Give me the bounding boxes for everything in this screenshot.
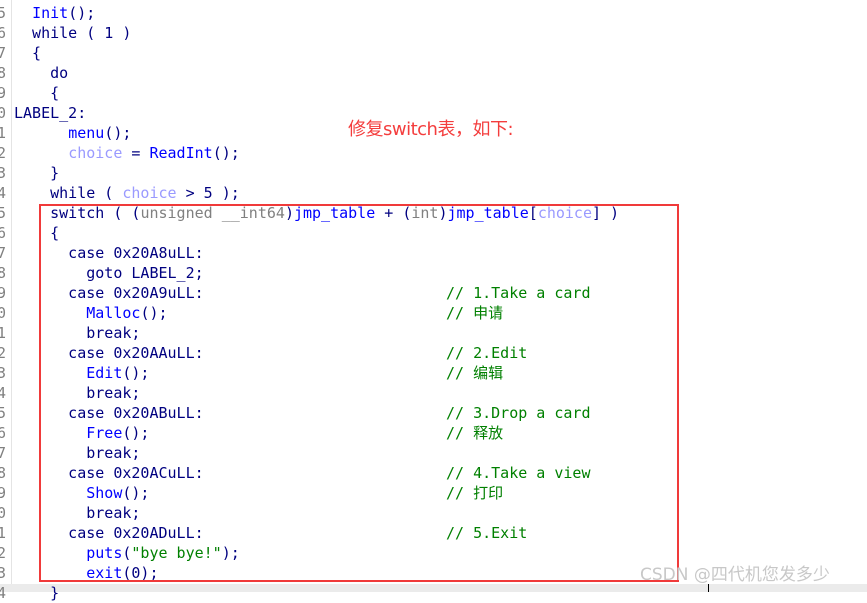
line-number: 8 [0,64,7,82]
line-number: 7 [0,244,7,262]
line-number: 7 [0,44,7,62]
code-token: ReadInt [149,144,213,162]
line-number: 6 [0,24,7,42]
line-number: 9 [0,84,7,102]
line-number: 1 [0,524,7,542]
annotation-text: 修复switch表，如下: [348,119,514,140]
code-token: LABEL_2: [14,104,87,122]
line-number: 0 [0,104,7,122]
line-number: 5 [0,404,7,422]
line-number: 4 [0,384,7,402]
text-cursor [708,584,709,592]
line-number: 0 [0,304,7,322]
code-token: > 5 ); [176,184,240,202]
code-text: menu(); [14,123,131,143]
line-number: 7 [0,444,7,462]
code-token: = [122,144,150,162]
line-number: 9 [0,484,7,502]
code-token: while ( [14,184,123,202]
code-token: { [14,44,42,62]
line-number: 5 [0,4,7,22]
code-text: { [14,43,41,63]
code-text: Init(); [14,3,95,23]
code-text: } [14,583,59,603]
code-token: (); [212,144,240,162]
code-token: menu [68,124,105,142]
line-number: 8 [0,464,7,482]
current-line-highlight [0,584,867,592]
line-number: 9 [0,284,7,302]
line-number: 6 [0,224,7,242]
line-number: 2 [0,344,7,362]
line-number: 2 [0,144,7,162]
line-number: 4 [0,184,7,202]
code-token: } [14,584,60,602]
line-number: 1 [0,324,7,342]
code-token: while ( 1 ) [14,24,132,42]
line-number: 3 [0,164,7,182]
code-text: while ( 1 ) [14,23,131,43]
line-number: 3 [0,564,7,582]
code-token: } [14,164,60,182]
code-text: LABEL_2: [14,103,86,123]
code-token: choice [68,144,123,162]
line-number: 8 [0,264,7,282]
code-text: { [14,83,59,103]
line-number: 1 [0,124,7,142]
code-token: do [14,64,69,82]
line-number: 6 [0,424,7,442]
code-text: } [14,163,59,183]
code-token: { [14,84,60,102]
line-number: 3 [0,364,7,382]
code-text: choice = ReadInt(); [14,143,240,163]
code-token: choice [122,184,177,202]
line-number: 0 [0,504,7,522]
line-number: 2 [0,544,7,562]
code-text: do [14,63,68,83]
gutter-separator [11,0,12,592]
switch-highlight-box [39,204,679,582]
line-number: 4 [0,584,7,602]
code-token: Init [32,4,69,22]
code-text: while ( choice > 5 ); [14,183,240,203]
pseudocode-editor[interactable]: 5 Init(); 6 while ( 1 ) 7 {8 do 9 {0 LABEL_2… [0,0,867,602]
line-number: 5 [0,204,7,222]
code-token: (); [104,124,132,142]
watermark: CSDN @四代机您发多少 [640,565,830,585]
code-token: (); [68,4,96,22]
